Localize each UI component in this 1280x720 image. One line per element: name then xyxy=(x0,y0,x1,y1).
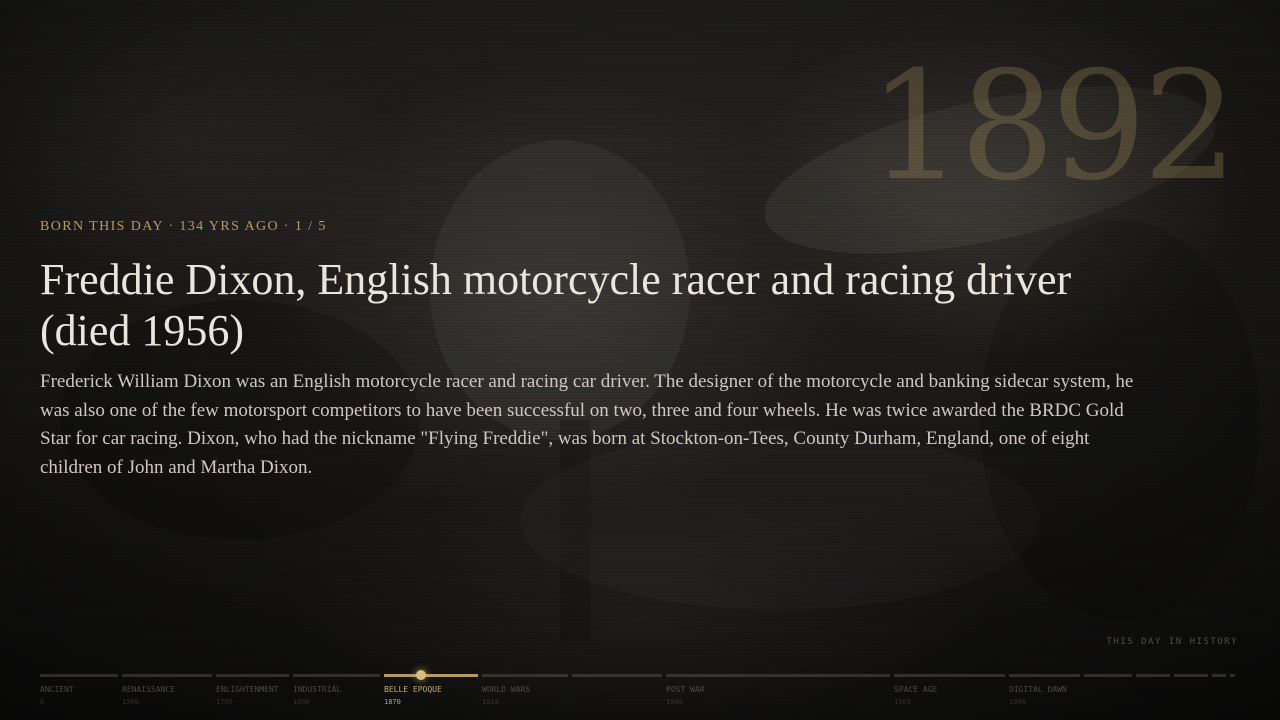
era-year: 1700 xyxy=(216,698,233,706)
era-year: 1945 xyxy=(666,698,683,706)
era-bar xyxy=(216,674,289,677)
era-year: 1990 xyxy=(1009,698,1026,706)
event-eyebrow: BORN THIS DAY · 134 YRS AGO · 1 / 5 xyxy=(40,219,327,234)
era-timeline: ANCIENT 0 RENAISSANCE 1500 ENLIGHTENMENT 1700… xyxy=(40,670,1239,714)
era-bar xyxy=(1084,674,1132,677)
timeline-era[interactable]: SPACE AGE 1969 xyxy=(894,674,1009,714)
brand-label: THIS DAY IN HISTORY xyxy=(1106,637,1238,647)
event-description: Frederick William Dixon was an English m… xyxy=(40,371,1134,478)
era-bar xyxy=(40,674,118,677)
era-year: 1914 xyxy=(482,698,499,706)
era-year: 1870 xyxy=(384,698,401,706)
era-name: DIGITAL DAWN xyxy=(1009,685,1067,694)
event-year: 1892 xyxy=(868,40,1238,214)
history-slide: 1892 BORN THIS DAY · 134 YRS AGO · 1 / 5… xyxy=(0,0,1280,720)
era-bar xyxy=(482,674,568,677)
era-name: INDUSTRIAL xyxy=(293,685,342,694)
era-name: ENLIGHTENMENT xyxy=(216,685,279,694)
timeline-era[interactable] xyxy=(1230,674,1239,714)
era-name: ANCIENT xyxy=(40,685,74,694)
timeline-era[interactable]: WORLD WARS 1914 xyxy=(482,674,572,714)
era-bar xyxy=(384,674,478,677)
era-bar xyxy=(1136,674,1170,677)
timeline-era[interactable]: RENAISSANCE 1500 xyxy=(122,674,216,714)
timeline-era[interactable]: ANCIENT 0 xyxy=(40,674,122,714)
era-year: 1969 xyxy=(894,698,911,706)
timeline-marker[interactable] xyxy=(416,670,426,680)
era-bar xyxy=(572,674,662,677)
era-bar xyxy=(1212,674,1226,677)
era-bar xyxy=(122,674,212,677)
timeline-era[interactable]: ENLIGHTENMENT 1700 xyxy=(216,674,293,714)
era-name: POST WAR xyxy=(666,685,705,694)
era-name: BELLE EPOQUE xyxy=(384,685,442,694)
timeline-era[interactable] xyxy=(1174,674,1212,714)
era-name: WORLD WARS xyxy=(482,685,531,694)
era-year: 0 xyxy=(40,698,45,706)
era-bar xyxy=(1230,674,1235,677)
era-bar xyxy=(666,674,890,677)
era-bar xyxy=(293,674,380,677)
timeline-era[interactable] xyxy=(1212,674,1230,714)
era-name: SPACE AGE xyxy=(894,685,938,694)
timeline-era[interactable]: POST WAR 1945 xyxy=(666,674,894,714)
era-bar xyxy=(894,674,1005,677)
timeline-era[interactable] xyxy=(1136,674,1174,714)
timeline-era[interactable]: DIGITAL DAWN 1990 xyxy=(1009,674,1084,714)
timeline-era[interactable]: INDUSTRIAL 1800 xyxy=(293,674,384,714)
era-bar xyxy=(1009,674,1080,677)
timeline-era[interactable]: BELLE EPOQUE 1870 xyxy=(384,670,482,714)
era-year: 1500 xyxy=(122,698,139,706)
era-bar xyxy=(1174,674,1208,677)
era-name: RENAISSANCE xyxy=(122,685,175,694)
timeline-era[interactable] xyxy=(1084,674,1136,714)
era-year: 1800 xyxy=(293,698,310,706)
timeline-era[interactable] xyxy=(572,674,666,714)
event-title: Freddie Dixon, English motorcycle racer … xyxy=(40,255,1072,355)
